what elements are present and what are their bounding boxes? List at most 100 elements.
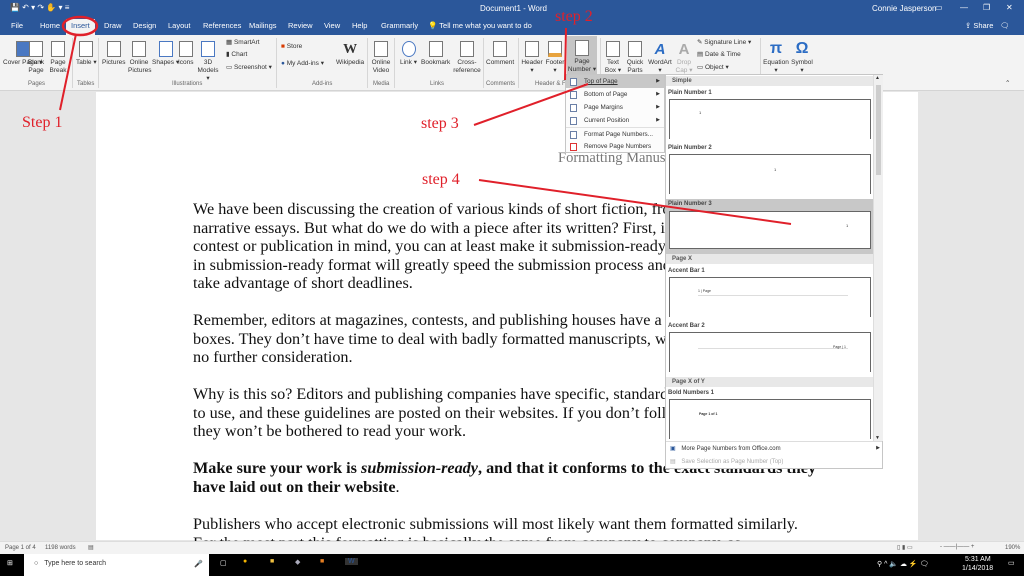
icons-button[interactable]: Icons — [178, 41, 194, 67]
bookmark-button[interactable]: Bookmark — [421, 41, 450, 67]
pi-icon: π — [769, 40, 783, 57]
tab-help[interactable]: Help — [352, 21, 367, 30]
share-button[interactable]: ⇪ Share — [965, 21, 993, 30]
footer-icon — [548, 41, 562, 57]
chart-button[interactable]: ▮ Chart — [226, 51, 247, 59]
restore-button[interactable]: ❐ — [983, 3, 990, 12]
comments-icon[interactable]: 🗨 — [1000, 21, 1010, 30]
smartart-button[interactable]: ▦ SmartArt — [226, 39, 260, 47]
comment-icon — [493, 41, 508, 57]
menu-page-margins[interactable]: Page Margins ▶ — [566, 101, 664, 114]
store-button[interactable]: ■ Store — [281, 43, 302, 51]
my-addins-button[interactable]: ● My Add-ins ▾ — [281, 60, 324, 68]
header-button[interactable]: Header ▾ — [521, 41, 543, 75]
blank-page-button[interactable]: Blank Page — [27, 41, 45, 75]
more-page-numbers-link[interactable]: ▣ More Page Numbers from Office.com ▶ — [670, 445, 880, 452]
quick-parts-icon — [628, 41, 642, 57]
shapes-button[interactable]: Shapes ▾ — [152, 41, 179, 67]
tab-review[interactable]: Review — [288, 21, 313, 30]
gallery-item-bold-numbers-1[interactable]: Page 1 of 1 — [669, 399, 871, 439]
file-explorer-icon[interactable]: ■ — [270, 558, 274, 565]
shapes-icon — [158, 41, 173, 57]
gallery-item-accent-bar-1[interactable]: 1 | Page — [669, 277, 871, 317]
menu-current-position[interactable]: Current Position ▶ — [566, 114, 664, 127]
tell-me-search[interactable]: 💡 Tell me what you want to do — [428, 21, 532, 30]
gallery-item-plain-number-2[interactable]: 1 — [669, 154, 871, 194]
minimize-button[interactable]: — — [960, 3, 968, 12]
online-video-button[interactable]: Online Video — [371, 41, 391, 75]
comment-button[interactable]: Comment — [486, 41, 514, 67]
link-button[interactable]: Link ▾ — [400, 41, 417, 67]
tab-insert[interactable]: Insert — [66, 19, 95, 35]
tab-home[interactable]: Home — [40, 21, 60, 30]
view-mode-icons[interactable]: ▯ ▮ ▭ — [897, 544, 913, 551]
wikipedia-button[interactable]: W Wikipedia — [336, 41, 364, 67]
chrome-icon[interactable]: ● — [243, 558, 247, 565]
zoom-level[interactable]: 190% — [1005, 545, 1020, 551]
tab-mailings[interactable]: Mailings — [249, 21, 277, 30]
tab-design[interactable]: Design — [133, 21, 156, 30]
page-number-button[interactable]: Page Number ▾ — [567, 36, 597, 74]
table-button[interactable]: Table ▾ — [76, 41, 97, 67]
symbol-button[interactable]: Ω Symbol ▾ — [791, 39, 813, 75]
annotation-step-2: step 2 — [555, 8, 593, 25]
tab-file[interactable]: File — [11, 21, 23, 30]
page-number-icon — [575, 40, 589, 56]
wordart-icon: A — [654, 41, 666, 58]
proofing-icon[interactable]: ▤ — [88, 544, 94, 551]
system-tray-icons[interactable]: ⚲ ^ 🔈 ☁ ⚡ 🗨 — [877, 560, 928, 568]
taskbar: ⊞ ○ Type here to search 🎤 ▢ ● ■ ◆ ■ W ⚲ ^… — [0, 554, 1024, 576]
wordart-button[interactable]: A WordArt ▾ — [647, 41, 673, 75]
media-app-icon[interactable]: ■ — [320, 558, 324, 565]
gallery-header-page-x-of-y: Page X of Y — [666, 377, 873, 387]
equation-button[interactable]: π Equation ▾ — [763, 39, 789, 75]
menu-remove-page-numbers[interactable]: Remove Page Numbers — [566, 140, 664, 153]
ribbon-display-icon[interactable]: ▭ — [935, 3, 943, 12]
task-view-icon[interactable]: ▢ — [220, 559, 227, 567]
screenshot-button[interactable]: ▭ Screenshot ▾ — [226, 64, 272, 72]
word-count[interactable]: 1198 words — [45, 545, 76, 551]
tab-layout[interactable]: Layout — [168, 21, 191, 30]
blank-page-icon — [29, 41, 43, 57]
tab-grammarly[interactable]: Grammarly — [381, 21, 418, 30]
gallery-item-plain-number-1[interactable]: 1 — [669, 99, 871, 139]
annotation-step-4: step 4 — [422, 171, 460, 188]
cross-reference-button[interactable]: Cross-reference — [452, 41, 482, 75]
object-button[interactable]: ▭ Object ▾ — [697, 64, 729, 72]
menu-format-page-numbers[interactable]: Format Page Numbers... — [566, 127, 664, 140]
gallery-item-plain-number-3[interactable]: 1 — [669, 211, 871, 249]
clock-time[interactable]: 5:31 AM — [965, 556, 991, 563]
windows-start-icon[interactable]: ⊞ — [7, 559, 13, 567]
gallery-header-simple: Simple — [666, 76, 873, 86]
save-selection-link: ▤ Save Selection as Page Number (Top) — [670, 459, 784, 465]
quick-access-toolbar[interactable]: 💾 ↶ ▾ ↷ ✋ ▾ ≡ — [10, 3, 69, 12]
menu-bottom-of-page[interactable]: Bottom of Page ▶ — [566, 88, 664, 101]
app-icon[interactable]: ◆ — [295, 558, 300, 566]
pictures-button[interactable]: Pictures — [102, 41, 125, 67]
menu-top-of-page[interactable]: Top of Page ▶ — [566, 75, 664, 88]
word-taskbar-icon[interactable]: W — [345, 558, 358, 565]
zoom-slider[interactable]: - ——|—— + — [940, 544, 974, 550]
drop-cap-button[interactable]: A Drop Cap ▾ — [675, 41, 693, 75]
close-button[interactable]: ✕ — [1006, 3, 1013, 12]
signature-line-button[interactable]: ✎ Signature Line ▾ — [697, 39, 751, 47]
gallery-item-accent-bar-2[interactable]: Page | 1 — [669, 332, 871, 372]
tab-draw[interactable]: Draw — [104, 21, 122, 30]
vertical-scrollbar[interactable] — [1014, 92, 1024, 540]
page-count[interactable]: Page 1 of 4 — [5, 545, 36, 551]
notifications-icon[interactable]: ▭ — [1008, 559, 1015, 567]
online-pictures-button[interactable]: Online Pictures — [128, 41, 151, 75]
status-bar: Page 1 of 4 1198 words ▤ ▯ ▮ ▭ - ——|—— +… — [0, 541, 1024, 554]
3d-models-button[interactable]: 3D Models ▾ — [197, 41, 219, 83]
clock-date[interactable]: 1/14/2018 — [962, 565, 993, 572]
user-name[interactable]: Connie Jasperson — [872, 4, 936, 13]
collapse-ribbon-icon[interactable]: ⌃ — [1005, 79, 1010, 87]
gallery-scrollbar[interactable]: ▲ ▼ — [873, 75, 883, 441]
date-time-button[interactable]: ▤ Date & Time — [697, 51, 741, 59]
footer-button[interactable]: Footer ▾ — [544, 41, 566, 75]
page-break-button[interactable]: Page Break — [49, 41, 67, 75]
text-box-button[interactable]: Text Box ▾ — [604, 41, 622, 75]
tab-view[interactable]: View — [324, 21, 340, 30]
taskbar-search[interactable]: ○ Type here to search 🎤 — [24, 554, 209, 576]
tab-references[interactable]: References — [203, 21, 241, 30]
